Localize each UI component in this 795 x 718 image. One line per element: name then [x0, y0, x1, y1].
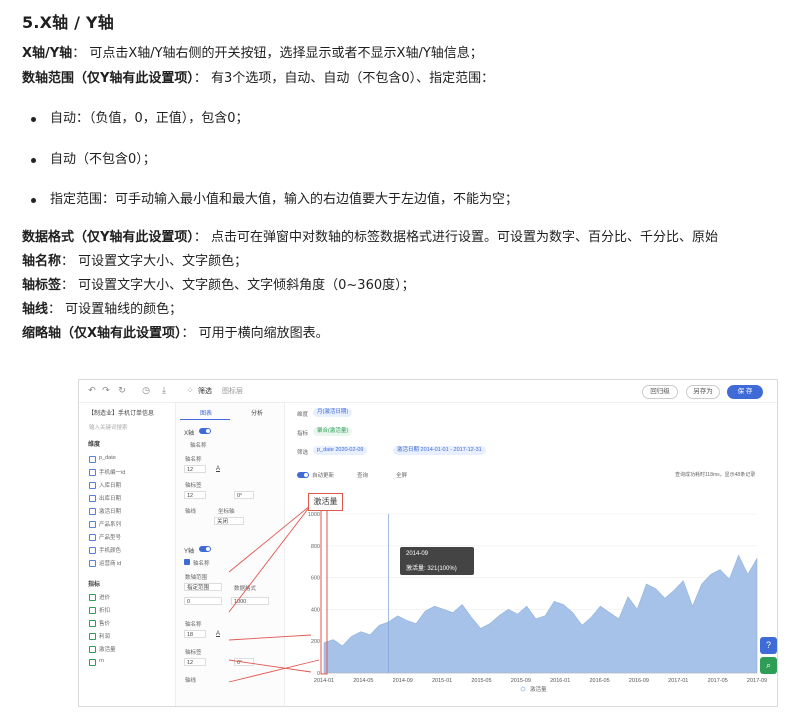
para-label: 数据格式（仅Y轴有此设置项）: [22, 230, 194, 245]
para-axis-range: 数轴范围（仅Y轴有此设置项）： 有3个选项，自动、自动（不包含0）、指定范围：: [22, 70, 494, 88]
x-tick-label: 2016-01: [550, 678, 570, 684]
para-text: ： 可设置文字大小、文字颜色、文字倾斜角度（0~360度）；: [61, 278, 415, 293]
para-axis-name: 轴名称： 可设置文字大小、文字颜色；: [22, 253, 247, 271]
help-icon[interactable]: ?: [760, 637, 777, 654]
legend-label: 激活量: [530, 685, 547, 693]
para-text: ： 可用于横向缩放图表。: [181, 326, 329, 341]
para-label: 轴标签: [22, 278, 62, 293]
embedded-screenshot: ↶ ↷ ↻ ◷ ⤓ ⁘ 筛选 图标层 回归级 另存为 保 存 【制造业】手机订单…: [78, 379, 778, 707]
list-item: 自动（不包含0）；: [50, 152, 156, 167]
y-tick-label: 800: [311, 544, 320, 550]
section-heading: 5.X轴 / Y轴: [22, 13, 114, 32]
para-label: 轴线: [22, 302, 49, 317]
x-tick-label: 2017-01: [668, 678, 688, 684]
para-xy-axis: X轴/Y轴： 可点击X轴/Y轴右侧的开关按钮，选择显示或者不显示X轴/Y轴信息；: [22, 45, 483, 63]
bullet-dot: [31, 198, 36, 203]
x-tick-label: 2015-09: [511, 678, 531, 684]
legend-marker: [520, 686, 526, 692]
y-tick-label: 400: [311, 607, 320, 613]
annotation-arrow: [228, 504, 312, 573]
y-tick-label: 200: [311, 639, 320, 645]
annotation-arrow: [228, 659, 312, 673]
annotation-arrow: [228, 634, 312, 641]
bullet-dot: [31, 117, 36, 122]
para-label: 缩略轴（仅X轴有此设置项）: [22, 326, 182, 341]
x-tick-label: 2016-05: [589, 678, 609, 684]
para-data-format: 数据格式（仅Y轴有此设置项）： 点击可在弹窗中对数轴的标签数据格式进行设置。可设…: [22, 229, 718, 247]
para-label: X轴/Y轴: [22, 46, 73, 61]
para-label: 数轴范围（仅Y轴有此设置项）: [22, 71, 194, 86]
x-tick-label: 2015-05: [471, 678, 491, 684]
x-tick-label: 2017-05: [708, 678, 728, 684]
search-icon[interactable]: ⌕: [760, 657, 777, 674]
para-axis-line: 轴线： 可设置轴线的颜色；: [22, 301, 182, 319]
x-tick-label: 2015-01: [432, 678, 452, 684]
chart-tooltip: 2014-09 激活量: 321(100%): [400, 547, 474, 575]
para-text: ： 可点击X轴/Y轴右侧的开关按钮，选择显示或者不显示X轴/Y轴信息；: [72, 46, 483, 61]
para-text: ： 点击可在弹窗中对数轴的标签数据格式进行设置。可设置为数字、百分比、千分比、原…: [193, 230, 719, 245]
para-text: ： 可设置文字大小、文字颜色；: [61, 254, 248, 269]
bullet-dot: [31, 158, 36, 163]
y-tick-label: 0: [317, 671, 320, 677]
list-item: 自动：（负值，0，正值），包含0；: [50, 111, 249, 126]
para-thumbnail-axis: 缩略轴（仅X轴有此设置项）： 可用于横向缩放图表。: [22, 325, 329, 343]
y-tick-label: 1000: [308, 512, 320, 518]
x-tick-label: 2016-09: [629, 678, 649, 684]
area-series: [323, 554, 758, 674]
list-item: 指定范围：可手动输入最小值和最大值，输入的右边值要大于左边值，不能为空；: [50, 192, 519, 207]
tooltip-value: 激活量: 321(100%): [406, 566, 457, 572]
para-axis-label: 轴标签： 可设置文字大小、文字颜色、文字倾斜角度（0~360度）；: [22, 277, 415, 295]
para-text: ： 有3个选项，自动、自动（不包含0）、指定范围：: [193, 71, 495, 86]
tooltip-title: 2014-09: [406, 551, 429, 557]
annotation-arrow: [228, 504, 312, 613]
area-chart: 020040060080010002014-01 2014-05 2014-09 20…: [228, 504, 767, 693]
y-tick-label: 600: [311, 576, 320, 582]
x-tick-label: 2014-01: [314, 678, 334, 684]
x-tick-label: 2014-09: [393, 678, 413, 684]
x-tick-label: 2014-05: [353, 678, 373, 684]
para-label: 轴名称: [22, 254, 62, 269]
x-tick-label: 2017-09: [747, 678, 767, 684]
y-axis-name-callout: 激活量: [308, 493, 343, 511]
para-text: ： 可设置轴线的颜色；: [48, 302, 183, 317]
